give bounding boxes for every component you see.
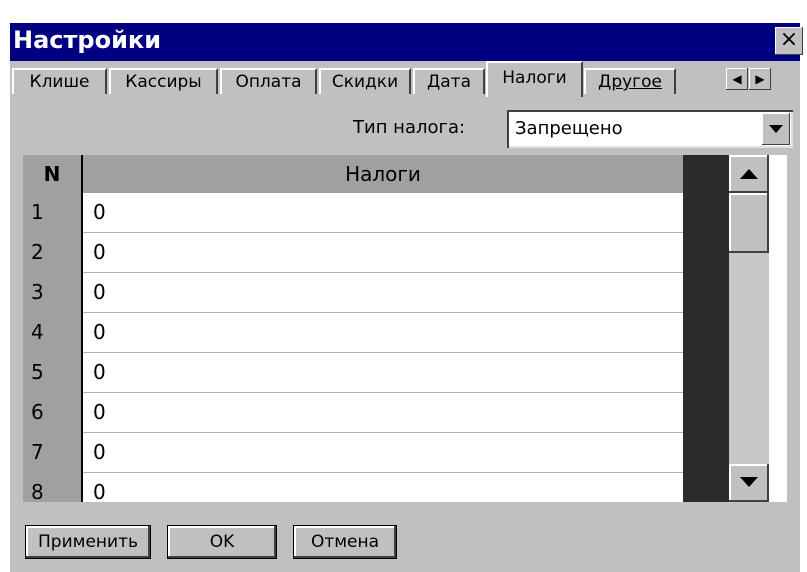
row-number: 4 <box>23 313 83 353</box>
table-row[interactable]: 5 0 <box>23 353 683 393</box>
row-value[interactable]: 0 <box>93 393 106 433</box>
tax-type-value: Запрещено <box>515 118 623 139</box>
table-row[interactable]: 7 0 <box>23 433 683 473</box>
arrow-right-icon: ▶ <box>755 72 765 86</box>
arrow-up-icon <box>740 169 758 179</box>
row-value[interactable]: 0 <box>93 193 106 233</box>
tab-scroll-right-button[interactable]: ▶ <box>749 68 771 90</box>
tab-scroll-left-button[interactable]: ◀ <box>726 68 748 90</box>
column-header-n[interactable]: N <box>23 155 83 193</box>
tab-date[interactable]: Дата <box>413 68 485 94</box>
tab-payment[interactable]: Оплата <box>220 68 317 94</box>
table-row[interactable]: 6 0 <box>23 393 683 433</box>
table-row[interactable]: 2 0 <box>23 233 683 273</box>
row-number: 6 <box>23 393 83 433</box>
row-number: 1 <box>23 193 83 233</box>
table-row[interactable]: 1 0 <box>23 193 683 233</box>
row-value[interactable]: 0 <box>93 273 106 313</box>
table-row[interactable]: 8 0 <box>23 473 683 502</box>
scroll-up-button[interactable] <box>729 155 769 193</box>
title-bar[interactable]: Настройки <box>10 23 800 61</box>
scroll-thumb[interactable] <box>729 193 769 253</box>
row-value[interactable]: 0 <box>93 433 106 473</box>
column-header-taxes[interactable]: Налоги <box>83 155 683 193</box>
row-number: 7 <box>23 433 83 473</box>
settings-window: Настройки × Клише Кассиры Оплата Скидки … <box>10 23 803 572</box>
row-value[interactable]: 0 <box>93 233 106 273</box>
row-number: 8 <box>23 473 83 502</box>
table-row[interactable]: 4 0 <box>23 313 683 353</box>
row-number: 5 <box>23 353 83 393</box>
table-header: N Налоги <box>23 155 683 193</box>
tax-type-select[interactable]: Запрещено <box>507 110 793 148</box>
tab-strip: Клише Кассиры Оплата Скидки Дата Налоги … <box>10 61 800 97</box>
row-value[interactable]: 0 <box>93 313 106 353</box>
tab-discounts[interactable]: Скидки <box>319 68 411 94</box>
chevron-down-icon <box>769 125 783 133</box>
tax-type-dropdown-button[interactable] <box>762 113 790 145</box>
row-value[interactable]: 0 <box>93 473 106 502</box>
row-value[interactable]: 0 <box>93 353 106 393</box>
scroll-down-button[interactable] <box>729 464 769 502</box>
tab-taxes[interactable]: Налоги <box>486 61 583 97</box>
ok-button[interactable]: OK <box>168 526 276 558</box>
apply-button[interactable]: Применить <box>26 526 150 558</box>
arrow-down-icon <box>740 477 758 487</box>
close-icon: × <box>779 27 799 52</box>
close-button[interactable]: × <box>775 27 803 55</box>
row-number: 2 <box>23 233 83 273</box>
tab-other[interactable]: Другое <box>584 68 676 94</box>
table-empty-area <box>683 155 729 502</box>
tab-cliche[interactable]: Клише <box>12 68 107 94</box>
arrow-left-icon: ◀ <box>732 72 742 86</box>
tab-cashiers[interactable]: Кассиры <box>109 68 218 94</box>
taxes-table: N Налоги 1 0 2 0 3 0 4 0 5 0 6 0 7 0 8 0 <box>23 155 787 502</box>
vertical-scrollbar[interactable] <box>729 155 769 502</box>
table-row[interactable]: 3 0 <box>23 273 683 313</box>
window-title: Настройки <box>13 26 162 54</box>
tax-type-label: Тип налога: <box>353 117 466 138</box>
cancel-button[interactable]: Отмена <box>294 526 396 558</box>
row-number: 3 <box>23 273 83 313</box>
